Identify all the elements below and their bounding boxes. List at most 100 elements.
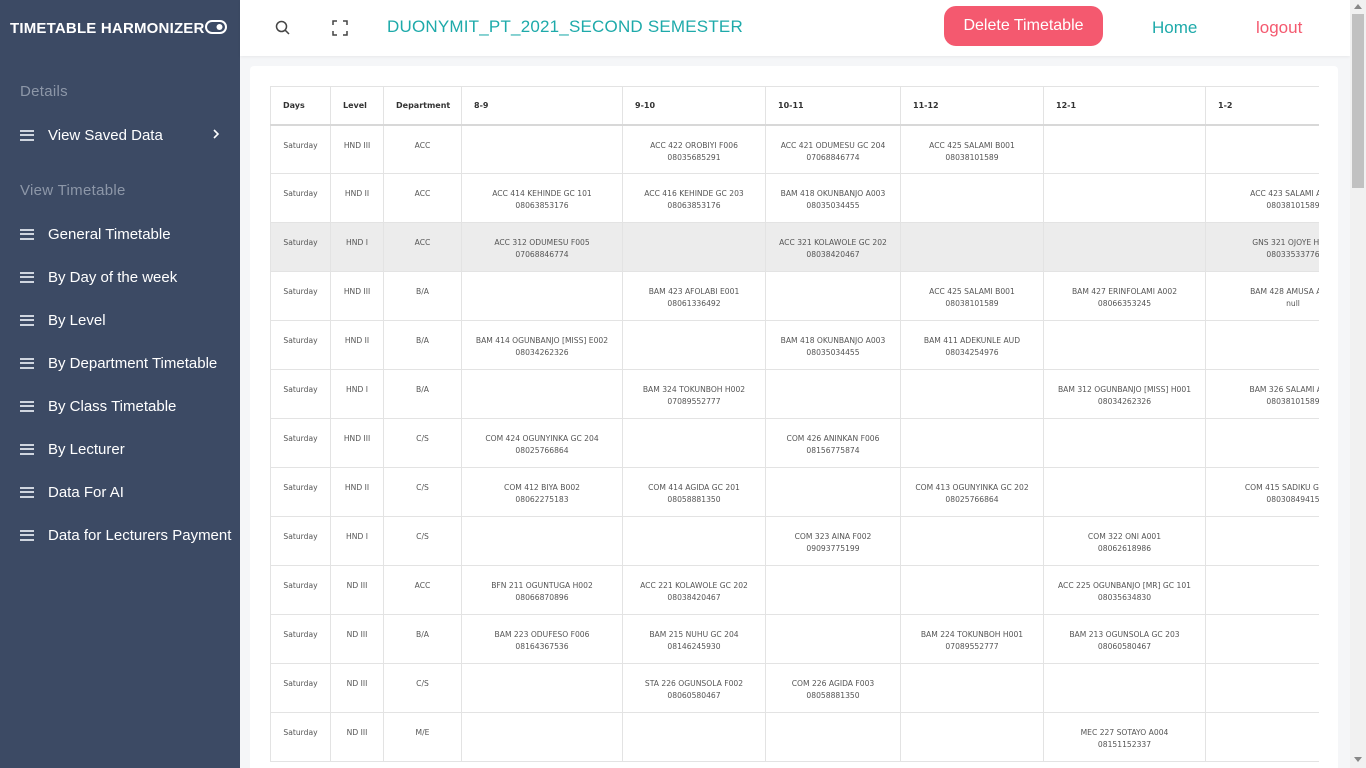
table-cell: ACC 321 KOLAWOLE GC 202 08038420467 (765, 222, 901, 272)
cell-text: ACC 423 SALAMI A002 (1250, 189, 1319, 198)
table-cell (765, 712, 901, 762)
column-header[interactable]: Level (330, 86, 384, 126)
table-row[interactable]: Saturday HND II B/A BAM 414 OGUNBANJO [MISS… (270, 320, 1319, 370)
column-header[interactable]: Department (383, 86, 462, 126)
cell-text: ACC (414, 238, 431, 247)
sidebar-item-by-department[interactable]: By Department Timetable (0, 348, 240, 378)
table-row[interactable]: Saturday HND II C/S COM 412 BIYA B002 080622… (270, 467, 1319, 517)
sidebar-item-label: By Department Timetable (48, 354, 218, 372)
cell-text: Saturday (283, 532, 318, 541)
table-cell (622, 516, 766, 566)
table-cell: HND I (330, 516, 384, 566)
cell-phone: 08060580467 (1097, 642, 1152, 651)
scroll-down-arrow-icon[interactable] (1354, 757, 1362, 762)
cell-phone: 08038101589 (1266, 201, 1319, 210)
table-row[interactable]: Saturday HND II ACC ACC 414 KEHINDE GC 101 0… (270, 173, 1319, 223)
sidebar-item-by-level[interactable]: By Level (0, 305, 240, 335)
cell-phone: 09093775199 (806, 544, 860, 553)
sidebar-item-data-for-ai[interactable]: Data For AI (0, 477, 240, 507)
table-cell (1205, 516, 1319, 566)
sidebar-item-by-day[interactable]: By Day of the week (0, 262, 240, 292)
column-header[interactable]: 9-10 (622, 86, 766, 126)
sidebar-item-by-class[interactable]: By Class Timetable (0, 391, 240, 421)
cell-text: Saturday (283, 385, 318, 394)
table-cell: Saturday (270, 712, 331, 762)
sidebar-item-view-saved-data[interactable]: View Saved Data (0, 120, 240, 150)
table-cell: ACC 416 KEHINDE GC 203 08063853176 (622, 173, 766, 223)
delete-timetable-button[interactable]: Delete Timetable (944, 6, 1103, 46)
menu-icon (20, 486, 34, 498)
cell-text: COM 226 AGIDA F003 (791, 679, 875, 688)
cell-phone: 07068846774 (806, 152, 860, 162)
table-cell: B/A (383, 614, 462, 664)
cell-text: HND II (344, 336, 370, 345)
table-cell: BAM 423 AFOLABI E001 08061336492 (622, 271, 766, 321)
column-header[interactable]: 10-11 (765, 86, 901, 126)
table-cell: C/S (383, 663, 462, 713)
cell-text: GNS 321 OJOYE H001 (1252, 238, 1319, 247)
table-cell: HND II (330, 467, 384, 517)
table-cell (1205, 320, 1319, 370)
table-cell: B/A (383, 369, 462, 419)
sidebar-item-general-timetable[interactable]: General Timetable (0, 219, 240, 249)
cell-phone: 08066870896 (515, 593, 569, 602)
table-cell: COM 414 AGIDA GC 201 08058881350 (622, 467, 766, 517)
cell-text: COM 322 ONI A001 (1087, 532, 1162, 541)
cell-text: Saturday (283, 679, 318, 688)
table-row[interactable]: Saturday ND III ACC BFN 211 OGUNTUGA H002 08… (270, 565, 1319, 615)
table-cell: Saturday (270, 124, 331, 174)
column-header[interactable]: Days (270, 86, 331, 126)
sidebar: TIMETABLE HARMONIZER Details View Saved … (0, 0, 240, 768)
logout-link[interactable]: logout (1256, 18, 1302, 38)
cell-phone: 08035685291 (667, 152, 721, 162)
cell-text: Saturday (283, 238, 318, 247)
cell-phone: null (1286, 299, 1300, 308)
cell-text: COM 414 AGIDA GC 201 (648, 483, 740, 492)
table-row[interactable]: Saturday ND III C/S STA 226 OGUNSOLA F002 08… (270, 663, 1319, 713)
menu-icon (20, 314, 34, 326)
cell-text: Saturday (283, 434, 318, 443)
page-scrollbar[interactable] (1350, 0, 1366, 768)
table-row[interactable]: Saturday HND III B/A BAM 423 AFOLABI E001 08… (270, 271, 1319, 321)
column-header[interactable]: 8-9 (461, 86, 623, 126)
table-cell: COM 424 OGUNYINKA GC 204 08025766864 (461, 418, 623, 468)
table-cell (1043, 663, 1206, 713)
table-cell: COM 412 BIYA B002 08062275183 (461, 467, 623, 517)
scroll-up-arrow-icon[interactable] (1354, 4, 1362, 9)
column-header[interactable]: 12-1 (1043, 86, 1206, 126)
cell-text: Saturday (283, 336, 318, 345)
fullscreen-icon[interactable] (330, 18, 350, 38)
scroll-thumb[interactable] (1352, 14, 1364, 188)
search-icon[interactable] (273, 18, 293, 38)
cell-phone: 08035034455 (806, 201, 860, 210)
table-row[interactable]: Saturday ND III B/A BAM 223 ODUFESO F006 081… (270, 614, 1319, 664)
cell-phone: 08025766864 (945, 495, 999, 504)
column-header[interactable]: 1-2 (1205, 86, 1319, 126)
table-cell: ACC 225 OGUNBANJO [MR] GC 101 08035634830 (1043, 565, 1206, 615)
home-link[interactable]: Home (1152, 18, 1197, 38)
table-row[interactable]: Saturday HND III ACC ACC 422 OROBIYI F006 08… (270, 124, 1319, 174)
table-cell: ND III (330, 565, 384, 615)
table-row[interactable]: Saturday HND I ACC ACC 312 ODUMESU F005 0706… (270, 222, 1319, 272)
menu-icon (20, 129, 34, 141)
cell-text: COM 415 SADIKU GC 101 (1244, 483, 1319, 492)
cell-text: ACC 422 OROBIYI F006 (650, 140, 738, 150)
table-cell (765, 467, 901, 517)
column-header[interactable]: 11-12 (900, 86, 1044, 126)
table-cell: BAM 326 SALAMI A002 08038101589 (1205, 369, 1319, 419)
cell-phone: 08066353245 (1097, 299, 1152, 308)
table-cell: Saturday (270, 614, 331, 664)
sidebar-item-by-lecturer[interactable]: By Lecturer (0, 434, 240, 464)
table-cell: COM 413 OGUNYINKA GC 202 08025766864 (900, 467, 1044, 517)
sidebar-item-lecturers-payment[interactable]: Data for Lecturers Payment (0, 520, 240, 550)
timetable-card: Days Level Department 8-9 9-10 10-11 11-… (250, 66, 1338, 768)
menu-icon (20, 228, 34, 240)
table-row[interactable]: Saturday HND I C/S COM 323 AINA F002 0909377… (270, 516, 1319, 566)
table-row[interactable]: Saturday HND III C/S COM 424 OGUNYINKA GC 2… (270, 418, 1319, 468)
table-row[interactable]: Saturday ND III M/E MEC 227 SOTAYO A004 0815… (270, 712, 1319, 762)
table-cell (900, 173, 1044, 223)
timetable-scroll-area[interactable]: Days Level Department 8-9 9-10 10-11 11-… (270, 86, 1319, 768)
table-row[interactable]: Saturday HND I B/A BAM 324 TOKUNBOH H002 070… (270, 369, 1319, 419)
cell-text: COM 424 OGUNYINKA GC 204 (485, 434, 599, 443)
toggle-icon[interactable] (205, 19, 227, 35)
